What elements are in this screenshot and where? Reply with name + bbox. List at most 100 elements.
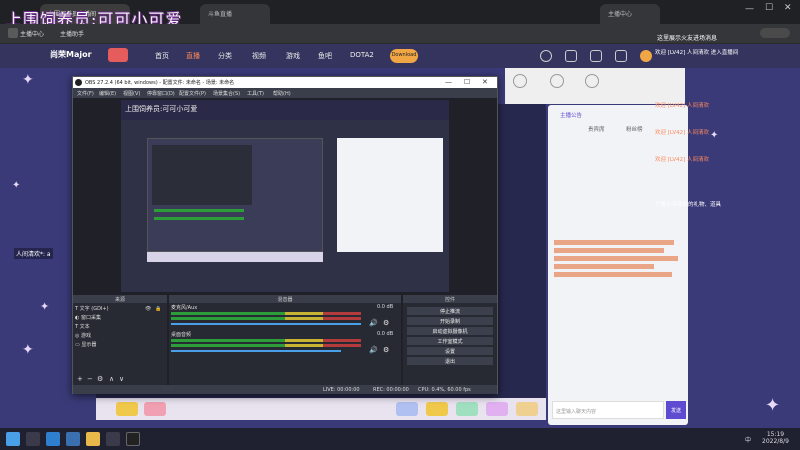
source-item[interactable]: ◎ 游戏 [75, 332, 91, 339]
room-announcement [554, 240, 682, 300]
nav-game[interactable]: 游戏 [286, 51, 300, 61]
add-source-icon[interactable]: + [77, 375, 83, 383]
source-item[interactable]: ▭ 显示器 [75, 341, 96, 348]
bookmark-item[interactable]: 主播中心 [20, 29, 44, 38]
mixer-dock-title: 混音器 [169, 295, 401, 303]
tab-vip[interactable]: 贵宾席 [588, 125, 605, 133]
menu-docks[interactable]: 停靠窗口(D) [147, 90, 175, 97]
browser-tab[interactable]: 斗鱼直播 [200, 4, 270, 24]
settings-button[interactable]: 设置 [407, 347, 493, 355]
chrome-icon[interactable] [66, 432, 80, 446]
gift-icon[interactable] [396, 402, 418, 416]
obs-titlebar: OBS 27.2.4 (64 bit, windows) - 配置文件: 未命名… [73, 77, 497, 88]
browser-tab[interactable]: 主播中心 [600, 4, 660, 24]
nested-chat [337, 138, 443, 252]
mixer-dock: 麦克风/Aux 0.0 dB 🔊 ⚙ 桌面音频 0.0 dB 🔊 ⚙ [169, 303, 401, 385]
move-down-icon[interactable]: ∨ [119, 375, 124, 383]
volume-slider[interactable] [171, 323, 361, 325]
report-icon[interactable] [550, 74, 564, 88]
gift-icon[interactable] [456, 402, 478, 416]
speaker-icon[interactable]: 🔊 [369, 346, 378, 354]
visibility-eye-icon[interactable]: 👁 [145, 306, 151, 312]
client-icon[interactable] [615, 50, 627, 62]
gift-bar [96, 398, 546, 420]
tab-fans[interactable]: 粉丝榜 [626, 125, 643, 133]
audio-meter [171, 317, 361, 320]
explorer-icon[interactable] [86, 432, 100, 446]
menu-help[interactable]: 帮助(H) [273, 90, 291, 97]
download-button[interactable]: Download [390, 49, 418, 63]
exit-button[interactable]: 退出 [407, 357, 493, 365]
site-logo[interactable]: 尚荣Major [50, 49, 92, 60]
windows-start-icon[interactable] [6, 432, 20, 446]
gear-icon[interactable]: ⚙ [383, 319, 389, 327]
lock-icon[interactable]: 🔒 [155, 306, 161, 312]
nav-dota2[interactable]: DOTA2 [350, 51, 374, 59]
send-button[interactable]: 发送 [666, 401, 686, 419]
live-badge-icon [108, 48, 128, 62]
nav-home[interactable]: 首页 [155, 51, 169, 61]
source-item[interactable]: ◐ 窗口采集 [75, 314, 101, 321]
start-recording-button[interactable]: 开始录制 [407, 317, 493, 325]
remove-source-icon[interactable]: − [87, 375, 93, 383]
chat-join-line: 欢迎 [LV42] 人间清欢 [655, 157, 710, 163]
audio-meter [171, 312, 361, 315]
studio-mode-button[interactable]: 工作室模式 [407, 337, 493, 345]
menu-profile[interactable]: 配置文件(P) [179, 90, 206, 97]
maximize-icon[interactable]: ☐ [464, 78, 470, 86]
maximize-icon[interactable]: ☐ [765, 3, 773, 13]
share-icon[interactable] [513, 74, 527, 88]
source-item[interactable]: T 文字 (GDI+) [75, 305, 109, 312]
nav-category[interactable]: 分类 [218, 51, 232, 61]
nav-video[interactable]: 视频 [252, 51, 266, 61]
obs-title: OBS 27.2.4 (64 bit, windows) - 配置文件: 未命名… [85, 80, 235, 86]
volume-slider[interactable] [171, 350, 341, 352]
input-language[interactable]: 中 [745, 435, 751, 444]
speaker-icon[interactable]: 🔊 [369, 319, 378, 327]
star-decoration-icon: ✦ [22, 342, 34, 358]
minimize-icon[interactable]: — [445, 78, 452, 86]
source-item[interactable]: T 文本 [75, 323, 90, 330]
bookmark-icon[interactable] [8, 28, 18, 38]
move-up-icon[interactable]: ∧ [109, 375, 114, 383]
close-icon[interactable]: ✕ [784, 3, 792, 13]
gift-icon[interactable] [486, 402, 508, 416]
nav-yuba[interactable]: 鱼吧 [318, 51, 332, 61]
message-icon[interactable] [590, 50, 602, 62]
menu-edit[interactable]: 编辑(E) [99, 90, 116, 97]
app-icon[interactable] [106, 432, 120, 446]
avatar[interactable] [640, 50, 652, 62]
live-timer: LIVE: 00:00:00 [323, 387, 360, 393]
menu-tools[interactable]: 工具(T) [247, 90, 264, 97]
gift-icon[interactable] [116, 402, 138, 416]
tab-notice[interactable]: 主播公告 [560, 111, 582, 119]
menu-scenes[interactable]: 场景集合(S) [213, 90, 240, 97]
star-decoration-icon: ✦ [40, 300, 50, 313]
gift-icon[interactable] [144, 402, 166, 416]
clock[interactable]: 15:19 2022/8/9 [762, 431, 789, 445]
obs-preview[interactable]: 上围饲养员:可可小可爱 [121, 100, 449, 292]
virtual-camera-button[interactable]: 启动虚拟摄像机 [407, 327, 493, 335]
menu-view[interactable]: 视图(V) [123, 90, 140, 97]
settings-icon[interactable] [585, 74, 599, 88]
obs-taskbar-icon[interactable] [126, 432, 140, 446]
chat-input[interactable]: 这里输入聊天内容 [552, 401, 664, 419]
close-icon[interactable]: ✕ [482, 78, 488, 86]
nav-live[interactable]: 直播 [186, 51, 200, 61]
bookmark-item[interactable]: 主播助手 [60, 29, 84, 38]
history-icon[interactable] [540, 50, 552, 62]
edge-icon[interactable] [46, 432, 60, 446]
star-decoration-icon: ✦ [765, 395, 781, 416]
source-settings-icon[interactable]: ⚙ [97, 375, 103, 383]
minimize-icon[interactable]: — [745, 4, 754, 14]
star-decoration-icon: ✦ [12, 180, 21, 191]
gift-icon[interactable] [426, 402, 448, 416]
gear-icon[interactable]: ⚙ [383, 346, 389, 354]
search-icon[interactable] [26, 432, 40, 446]
menu-file[interactable]: 文件(F) [77, 90, 94, 97]
follow-icon[interactable] [565, 50, 577, 62]
star-decoration-icon: ✦ [710, 130, 719, 141]
profile-avatar[interactable] [760, 28, 790, 38]
stop-streaming-button[interactable]: 停止推流 [407, 307, 493, 315]
gift-icon[interactable] [516, 402, 538, 416]
